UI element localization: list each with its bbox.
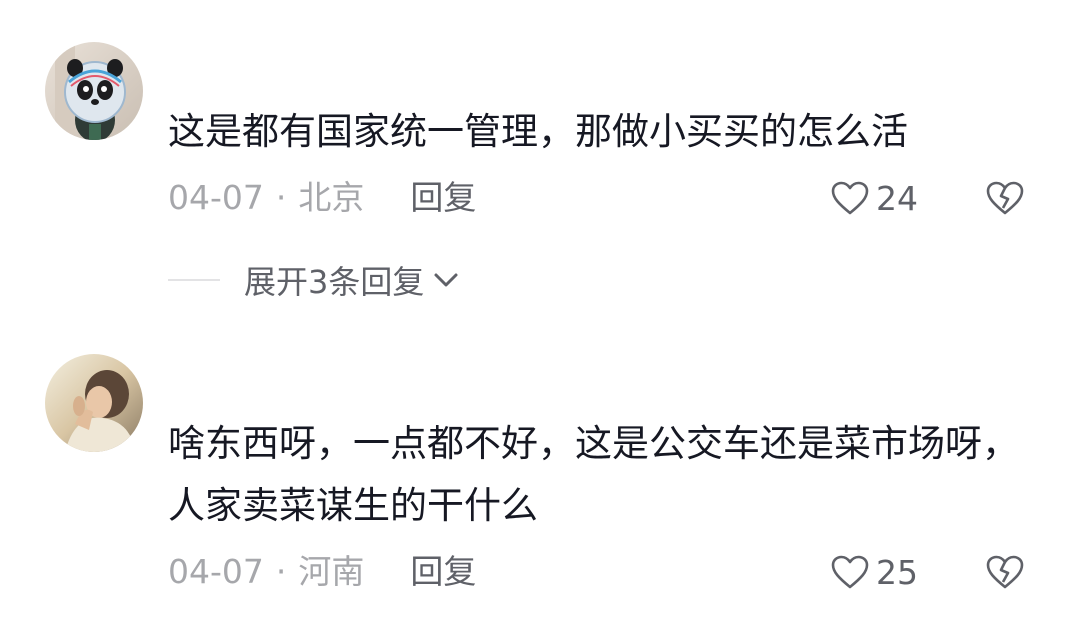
broken-heart-icon[interactable] (985, 178, 1025, 218)
comment-meta: 04-07 · 河南 回复 (168, 552, 476, 592)
comment-date: 04-07 (168, 552, 264, 591)
comment-date: 04-07 (168, 178, 264, 217)
panda-avatar-icon (45, 42, 143, 140)
photo-avatar-icon (45, 354, 143, 452)
expand-replies: 展开3条回复 (168, 258, 460, 302)
divider-line (168, 279, 220, 281)
user-avatar[interactable] (45, 42, 143, 140)
reply-button[interactable]: 回复 (410, 178, 476, 218)
meta-separator: · (275, 552, 287, 591)
reply-button[interactable]: 回复 (410, 552, 476, 592)
broken-heart-icon[interactable] (985, 552, 1025, 592)
heart-icon (831, 181, 869, 215)
like-button[interactable]: 24 (830, 178, 918, 218)
expand-replies-button[interactable]: 展开3条回复 (244, 257, 424, 303)
user-avatar[interactable] (45, 354, 143, 452)
chevron-down-icon[interactable] (432, 270, 460, 290)
comment-meta: 04-07 · 北京 回复 (168, 178, 476, 218)
comment-text: 啥东西呀，一点都不好，这是公交车还是菜市场呀，人家卖菜谋生的干什么 (168, 422, 1019, 527)
like-button[interactable]: 25 (830, 552, 918, 592)
like-count: 25 (876, 552, 918, 592)
like-count: 24 (876, 178, 918, 218)
comment-location: 河南 (298, 552, 365, 591)
comment-location: 北京 (298, 178, 365, 217)
comment-text: 这是都有国家统一管理，那做小买买的怎么活 (168, 110, 908, 153)
meta-separator: · (275, 178, 287, 217)
heart-icon (831, 555, 869, 589)
